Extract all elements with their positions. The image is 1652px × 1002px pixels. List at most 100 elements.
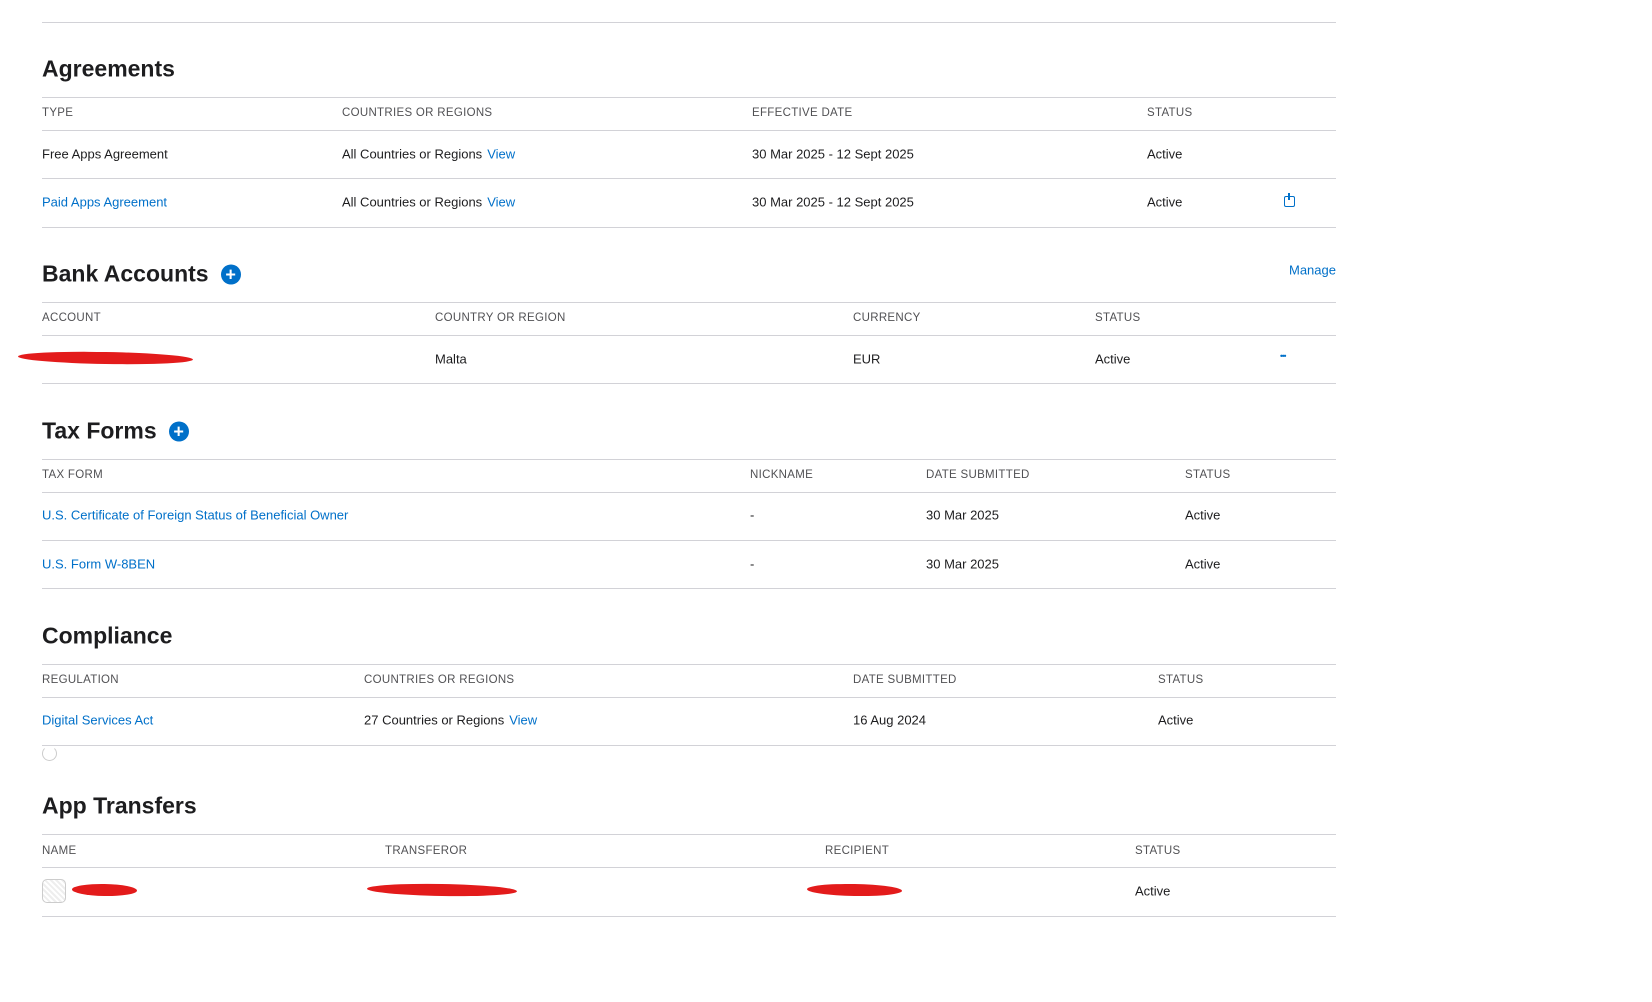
column-header: NICKNAME bbox=[750, 469, 814, 481]
divider bbox=[42, 97, 1336, 98]
cell-text: Malta bbox=[435, 351, 467, 367]
cell-text: Active bbox=[1095, 351, 1131, 367]
table-cell: All Countries or Regions View bbox=[342, 195, 515, 210]
cell-text: Active bbox=[1185, 507, 1221, 523]
app-icon bbox=[42, 879, 66, 903]
more-options-icon[interactable]: ••• bbox=[1280, 352, 1286, 361]
cell-text: 30 Mar 2025 - 12 Sept 2025 bbox=[752, 194, 914, 210]
cell-text[interactable]: U.S. Form W-8BEN bbox=[42, 557, 155, 572]
table-cell: 30 Mar 2025 bbox=[926, 508, 999, 523]
table-cell: Active bbox=[1095, 352, 1130, 367]
column-header: STATUS bbox=[1135, 845, 1181, 857]
cell-text: 30 Mar 2025 bbox=[926, 507, 999, 523]
column-header: STATUS bbox=[1095, 312, 1141, 324]
column-header: COUNTRY OR REGION bbox=[435, 312, 566, 324]
divider bbox=[42, 130, 1336, 131]
cell-text: EUR bbox=[853, 351, 881, 367]
cell-text[interactable]: Digital Services Act bbox=[42, 713, 153, 728]
cell-text[interactable]: U.S. Certificate of Foreign Status of Be… bbox=[42, 508, 348, 523]
table-cell: Active bbox=[1158, 713, 1193, 728]
column-header: EFFECTIVE DATE bbox=[752, 107, 853, 119]
column-header: DATE SUBMITTED bbox=[853, 674, 957, 686]
cell-text: Active bbox=[1185, 556, 1221, 572]
section-title-text: Tax Forms bbox=[42, 417, 157, 444]
table-cell: All Countries or Regions View bbox=[342, 147, 515, 162]
divider bbox=[42, 492, 1336, 493]
divider bbox=[42, 867, 1336, 868]
divider bbox=[42, 588, 1336, 589]
divider bbox=[42, 540, 1336, 541]
column-header: TYPE bbox=[42, 107, 74, 119]
row-link[interactable]: U.S. Certificate of Foreign Status of Be… bbox=[42, 508, 348, 523]
column-header: COUNTRIES OR REGIONS bbox=[342, 107, 493, 119]
column-header: RECIPIENT bbox=[825, 845, 890, 857]
table-cell: - bbox=[750, 508, 754, 523]
divider bbox=[42, 664, 1336, 665]
agreements-section-title: Agreements bbox=[42, 56, 175, 83]
redacted-text bbox=[17, 350, 194, 366]
divider bbox=[42, 834, 1336, 835]
column-header: TAX FORM bbox=[42, 469, 103, 481]
column-header: STATUS bbox=[1158, 674, 1204, 686]
cell-text: Active bbox=[1135, 883, 1171, 899]
column-header: NAME bbox=[42, 845, 77, 857]
redacted-text bbox=[806, 883, 903, 897]
table-cell: 27 Countries or Regions View bbox=[364, 713, 537, 728]
cell-text: - bbox=[750, 507, 755, 523]
section-title-text: App Transfers bbox=[42, 792, 197, 819]
view-link[interactable]: View bbox=[509, 713, 537, 728]
cell-text: Active bbox=[1158, 712, 1194, 728]
table-cell: Active bbox=[1185, 557, 1220, 572]
column-header: ACCOUNT bbox=[42, 312, 101, 324]
add-icon[interactable]: + bbox=[168, 421, 189, 441]
manage-link[interactable]: Manage bbox=[1289, 263, 1336, 278]
cell-text: Active bbox=[1147, 194, 1183, 210]
view-link[interactable]: View bbox=[487, 195, 515, 210]
column-header: STATUS bbox=[1185, 469, 1231, 481]
cell-text: - bbox=[750, 556, 755, 572]
divider bbox=[42, 383, 1336, 384]
table-cell: Active bbox=[1147, 195, 1182, 210]
bank-accounts-section-title: Bank Accounts + bbox=[42, 261, 241, 288]
column-header: STATUS bbox=[1147, 107, 1193, 119]
table-cell: 30 Mar 2025 - 12 Sept 2025 bbox=[752, 195, 914, 210]
row-link[interactable]: Digital Services Act bbox=[42, 713, 153, 728]
divider bbox=[42, 916, 1336, 917]
divider bbox=[42, 459, 1336, 460]
row-link[interactable]: U.S. Form W-8BEN bbox=[42, 557, 155, 572]
download-icon[interactable] bbox=[1284, 193, 1295, 207]
column-header: DATE SUBMITTED bbox=[926, 469, 1030, 481]
column-header: REGULATION bbox=[42, 674, 119, 686]
row-link[interactable]: Paid Apps Agreement bbox=[42, 195, 167, 210]
view-link[interactable]: View bbox=[487, 147, 515, 162]
column-header: CURRENCY bbox=[853, 312, 921, 324]
column-header: COUNTRIES OR REGIONS bbox=[364, 674, 515, 686]
cell-text: 30 Mar 2025 bbox=[926, 556, 999, 572]
table-cell: Active bbox=[1185, 508, 1220, 523]
column-header: TRANSFEROR bbox=[385, 845, 468, 857]
app-transfers-section-title: App Transfers bbox=[42, 793, 197, 820]
cell-text: Active bbox=[1147, 146, 1183, 162]
add-icon[interactable]: + bbox=[220, 264, 241, 284]
compliance-section-title: Compliance bbox=[42, 623, 172, 650]
table-cell: Active bbox=[1147, 147, 1182, 162]
top-divider bbox=[42, 22, 1336, 23]
cell-text: 16 Aug 2024 bbox=[853, 712, 927, 728]
table-cell: 30 Mar 2025 bbox=[926, 557, 999, 572]
section-title-text: Bank Accounts bbox=[42, 260, 209, 287]
divider bbox=[42, 302, 1336, 303]
cell-text: 30 Mar 2025 - 12 Sept 2025 bbox=[752, 146, 914, 162]
cell-text: All Countries or Regions bbox=[342, 194, 483, 210]
table-cell: 16 Aug 2024 bbox=[853, 713, 926, 728]
cell-text: 27 Countries or Regions bbox=[364, 712, 505, 728]
tax-forms-section-title: Tax Forms + bbox=[42, 418, 189, 445]
cell-text: All Countries or Regions bbox=[342, 146, 483, 162]
table-cell: 30 Mar 2025 - 12 Sept 2025 bbox=[752, 147, 914, 162]
table-cell: Active bbox=[1135, 884, 1170, 899]
cell-text[interactable]: Paid Apps Agreement bbox=[42, 195, 167, 210]
table-cell: - bbox=[750, 557, 754, 572]
divider bbox=[42, 335, 1336, 336]
section-title-text: Agreements bbox=[42, 55, 175, 82]
redacted-text bbox=[71, 883, 138, 897]
divider bbox=[42, 227, 1336, 228]
